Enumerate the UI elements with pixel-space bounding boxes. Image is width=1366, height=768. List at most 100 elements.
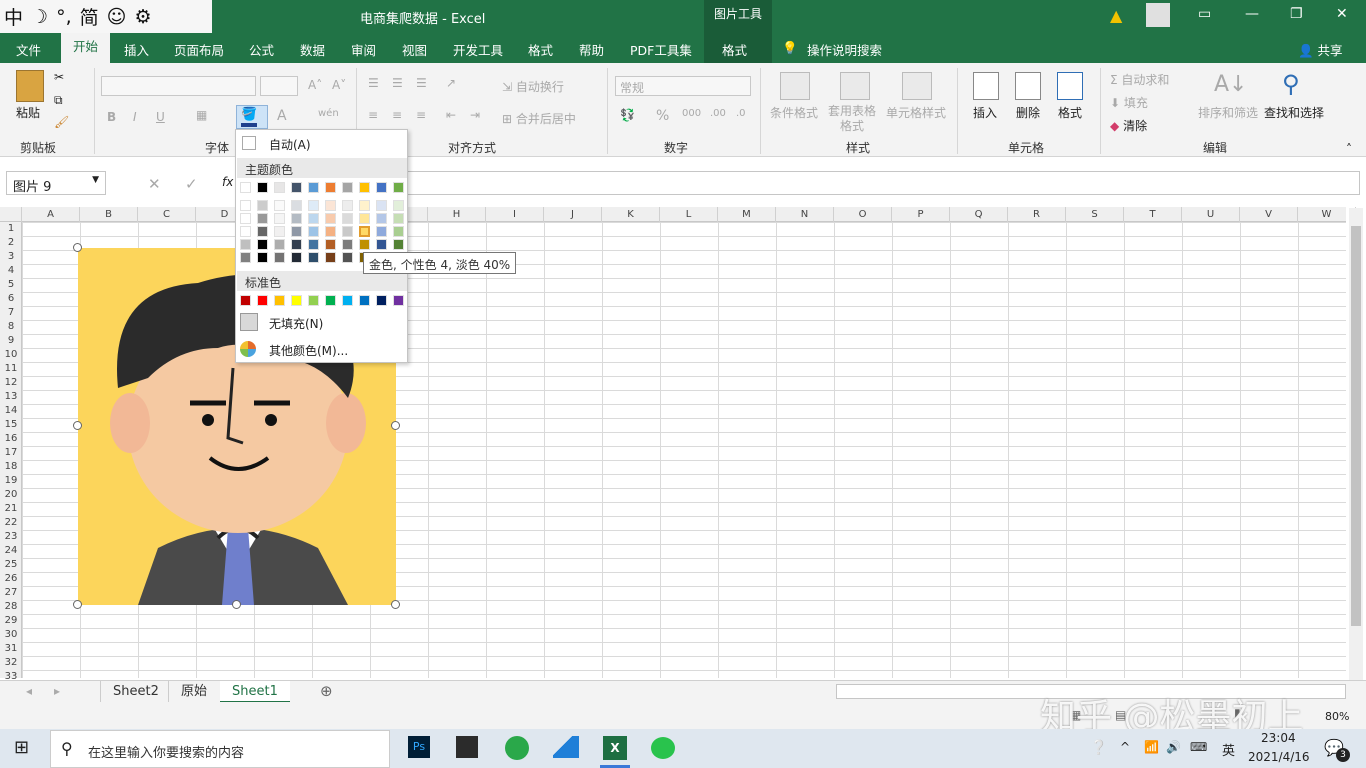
emoji-icon[interactable]: ☺: [107, 6, 127, 28]
color-swatch[interactable]: [359, 226, 370, 237]
column-header[interactable]: A: [22, 207, 80, 222]
column-header[interactable]: P: [892, 207, 950, 222]
color-swatch[interactable]: [240, 213, 251, 224]
column-header[interactable]: R: [1008, 207, 1066, 222]
decrease-decimal-icon[interactable]: .0: [736, 108, 746, 119]
font-name-select[interactable]: [101, 76, 256, 96]
photoshop-icon[interactable]: Ps: [408, 736, 430, 758]
color-swatch[interactable]: [359, 239, 370, 250]
align-right-icon[interactable]: ≡: [416, 108, 426, 122]
color-swatch[interactable]: [325, 213, 336, 224]
volume-icon[interactable]: 🔊: [1166, 740, 1181, 754]
taskbar-search[interactable]: ⚲ 在这里输入你要搜索的内容: [50, 730, 390, 768]
cut-icon[interactable]: ✂: [54, 70, 64, 84]
row-header[interactable]: 12: [0, 376, 22, 390]
italic-button[interactable]: I: [133, 110, 137, 124]
formula-input[interactable]: [243, 171, 1360, 195]
delete-cells-button[interactable]: 删除: [1016, 104, 1040, 121]
row-header[interactable]: 32: [0, 656, 22, 670]
zoom-level[interactable]: 80%: [1325, 710, 1349, 723]
color-swatch[interactable]: [274, 182, 285, 193]
insert-cells-icon[interactable]: [973, 72, 999, 100]
color-swatch[interactable]: [240, 226, 251, 237]
warning-icon[interactable]: ▲: [1110, 6, 1122, 25]
tab-picture-format[interactable]: 格式: [722, 40, 747, 59]
merge-center-button[interactable]: ⊞ 合并后居中: [502, 110, 576, 127]
ime-simplified[interactable]: 简: [80, 3, 99, 30]
prev-sheet-icon[interactable]: ◂: [26, 684, 32, 698]
color-swatch[interactable]: [257, 295, 268, 306]
color-swatch[interactable]: [359, 295, 370, 306]
column-header[interactable]: L: [660, 207, 718, 222]
next-sheet-icon[interactable]: ▸: [54, 684, 60, 698]
color-swatch[interactable]: [308, 226, 319, 237]
fill-color-button[interactable]: 🪣: [236, 105, 268, 129]
row-header[interactable]: 20: [0, 488, 22, 502]
color-swatch[interactable]: [342, 252, 353, 263]
color-swatch[interactable]: [291, 213, 302, 224]
color-swatch[interactable]: [291, 182, 302, 193]
increase-decimal-icon[interactable]: .00: [710, 108, 726, 119]
tab-pdf[interactable]: PDF工具集: [630, 40, 692, 59]
conditional-format-button[interactable]: 条件格式: [770, 104, 818, 121]
row-header[interactable]: 27: [0, 586, 22, 600]
column-header[interactable]: S: [1066, 207, 1124, 222]
color-swatch[interactable]: [274, 200, 285, 211]
color-swatch[interactable]: [342, 226, 353, 237]
minimize-button[interactable]: —: [1245, 6, 1259, 22]
row-header[interactable]: 8: [0, 320, 22, 334]
row-header[interactable]: 6: [0, 292, 22, 306]
clear-button[interactable]: ◆ 清除: [1110, 117, 1147, 134]
row-header[interactable]: 10: [0, 348, 22, 362]
paste-icon[interactable]: [16, 70, 44, 102]
tab-file[interactable]: 文件: [16, 40, 41, 59]
align-center-icon[interactable]: ≡: [392, 108, 402, 122]
color-swatch[interactable]: [308, 200, 319, 211]
color-swatch[interactable]: [291, 239, 302, 250]
wechat-icon[interactable]: [651, 737, 675, 759]
color-swatch[interactable]: [342, 182, 353, 193]
color-swatch[interactable]: [376, 182, 387, 193]
row-header[interactable]: 31: [0, 642, 22, 656]
row-header[interactable]: 5: [0, 278, 22, 292]
delete-cells-icon[interactable]: [1015, 72, 1041, 100]
row-header[interactable]: 3: [0, 250, 22, 264]
orientation-icon[interactable]: ↗: [446, 76, 456, 90]
row-header[interactable]: 4: [0, 264, 22, 278]
cell-styles-button[interactable]: 单元格样式: [886, 104, 946, 121]
column-header[interactable]: B: [80, 207, 138, 222]
restore-button[interactable]: ❐: [1290, 6, 1303, 22]
color-swatch[interactable]: [376, 295, 387, 306]
autosum-button[interactable]: Σ 自动求和: [1110, 71, 1169, 88]
row-header[interactable]: 30: [0, 628, 22, 642]
row-header[interactable]: 9: [0, 334, 22, 348]
clock-time[interactable]: 23:04: [1261, 731, 1296, 745]
auto-swatch[interactable]: [242, 136, 256, 150]
column-header[interactable]: T: [1124, 207, 1182, 222]
color-swatch[interactable]: [325, 295, 336, 306]
tab-format[interactable]: 格式: [528, 40, 553, 59]
color-swatch[interactable]: [274, 252, 285, 263]
underline-button[interactable]: U: [156, 110, 165, 124]
color-swatch[interactable]: [325, 200, 336, 211]
gear-icon[interactable]: ⚙: [134, 6, 151, 28]
format-table-button[interactable]: 套用表格格式: [824, 104, 880, 134]
resize-handle[interactable]: [73, 600, 82, 609]
increase-indent-icon[interactable]: ⇥: [470, 108, 480, 122]
collapse-ribbon-icon[interactable]: ˄: [1346, 142, 1352, 156]
row-header[interactable]: 15: [0, 418, 22, 432]
color-swatch[interactable]: [240, 239, 251, 250]
punct-icon[interactable]: °,: [56, 6, 72, 28]
color-swatch[interactable]: [393, 213, 404, 224]
cancel-icon[interactable]: ✕: [148, 175, 161, 193]
column-header[interactable]: V: [1240, 207, 1298, 222]
conditional-format-icon[interactable]: [780, 72, 810, 100]
column-header[interactable]: O: [834, 207, 892, 222]
insert-cells-button[interactable]: 插入: [973, 104, 997, 121]
insert-function-icon[interactable]: fx: [222, 175, 233, 189]
row-header[interactable]: 13: [0, 390, 22, 404]
align-left-icon[interactable]: ≡: [368, 108, 378, 122]
row-header[interactable]: 25: [0, 558, 22, 572]
color-swatch[interactable]: [308, 252, 319, 263]
color-swatch[interactable]: [291, 226, 302, 237]
